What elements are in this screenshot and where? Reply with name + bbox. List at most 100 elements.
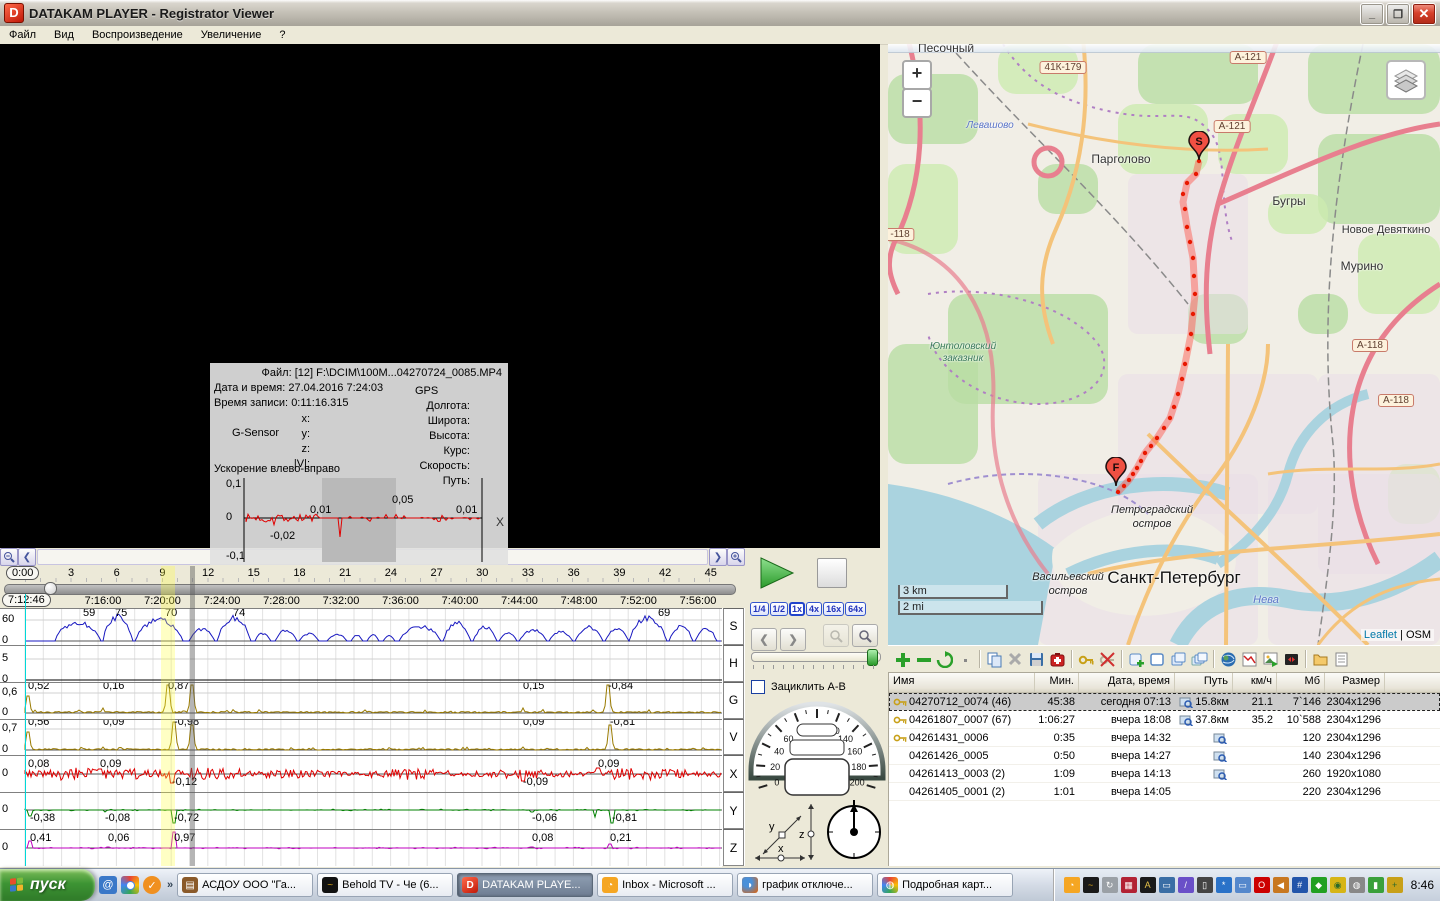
menu-item-2[interactable]: Воспроизведение	[83, 28, 192, 42]
behold-tray-icon[interactable]: ~	[1083, 877, 1099, 893]
sync-icon[interactable]: ↻	[1102, 877, 1118, 893]
table-row[interactable]: 04270712_0074 (46)45:38сегодня 07:1315.8…	[889, 693, 1440, 711]
usb-icon[interactable]: ▯	[1197, 877, 1213, 893]
task-button-firefox[interactable]: ◗график отключе...	[737, 873, 873, 897]
track-Z[interactable]: 00,410,060,970,080,21	[0, 829, 722, 867]
map-zoom-in-button[interactable]: +	[902, 60, 932, 90]
speed-button-4x[interactable]: 4x	[806, 602, 822, 616]
firstaid-icon[interactable]	[1047, 649, 1067, 669]
menu-item-1[interactable]: Вид	[45, 28, 83, 42]
shield-icon[interactable]: ◉	[1330, 877, 1346, 893]
close-button[interactable]: ✕	[1412, 3, 1436, 25]
track-H[interactable]: 50	[0, 645, 722, 683]
track-X[interactable]: 00,080,09-0,12-0,090,09	[0, 755, 722, 793]
minimize-button[interactable]: _	[1360, 3, 1384, 25]
chrome-icon[interactable]	[121, 876, 139, 894]
title-bar[interactable]: D DATAKAM PLAYER - Registrator Viewer _ …	[0, 0, 1440, 27]
add-icon[interactable]	[892, 649, 912, 669]
prev-file-button[interactable]: ❮	[751, 628, 777, 651]
table-row[interactable]: 04261426_00050:50вчера 14:271402304x1296	[889, 747, 1440, 765]
overlay-close-icon[interactable]: X	[496, 515, 504, 529]
frame-add-icon[interactable]	[1126, 649, 1146, 669]
key-new-icon[interactable]: +	[1387, 877, 1403, 893]
pen-icon[interactable]: /	[1178, 877, 1194, 893]
mail-icon[interactable]: @	[99, 876, 117, 894]
image-export-icon[interactable]	[1260, 649, 1280, 669]
leaflet-link[interactable]: Leaflet	[1364, 629, 1397, 641]
delete-icon[interactable]	[1005, 649, 1025, 669]
reminder-icon[interactable]: ◔	[1064, 877, 1080, 893]
column-header-1[interactable]: Мин.	[1035, 673, 1079, 692]
oracle-icon[interactable]: O	[1254, 877, 1270, 893]
loop-ab-checkbox[interactable]	[751, 680, 765, 694]
globe-icon[interactable]	[1218, 649, 1238, 669]
track-V[interactable]: 0,700,560,09-0,980,09-0,81	[0, 719, 722, 757]
copy-icon[interactable]	[984, 649, 1004, 669]
refresh-icon[interactable]	[934, 649, 954, 669]
loop-ab-control[interactable]: Зациклить A-B	[751, 680, 846, 694]
track-G[interactable]: 0,600,520,160,870,15-0,84	[0, 682, 722, 720]
task-button-datakam[interactable]: DDATAKAM PLAYE...	[457, 873, 593, 897]
map-zoom-out-button[interactable]: −	[902, 88, 932, 118]
sensor-tracks-panel[interactable]: 6005975707469S50H0,600,520,160,870,15-0,…	[0, 608, 745, 866]
save-icon[interactable]	[1026, 649, 1046, 669]
task-button-book[interactable]: ▤АСДОУ ООО "Га...	[177, 873, 313, 897]
menu-item-4[interactable]: ?	[270, 28, 294, 42]
next-file-button[interactable]: ❯	[780, 628, 806, 651]
video-icon[interactable]	[1281, 649, 1301, 669]
map-marker-S[interactable]: S	[1188, 131, 1210, 161]
diamond-icon[interactable]: ◆	[1311, 877, 1327, 893]
menu-item-0[interactable]: Файл	[0, 28, 45, 42]
monitor-icon[interactable]: ▭	[1235, 877, 1251, 893]
column-header-5[interactable]: Мб	[1277, 673, 1325, 692]
task-button-behold[interactable]: ~Behold TV - Че (6...	[317, 873, 453, 897]
remove-icon[interactable]	[913, 649, 933, 669]
zoom-in-icon[interactable]	[727, 548, 745, 566]
track-S[interactable]: 6005975707469	[0, 608, 722, 646]
column-header-0[interactable]: Имя	[889, 673, 1035, 692]
chart-icon[interactable]	[1239, 649, 1259, 669]
map-layers-button[interactable]	[1386, 60, 1426, 100]
timeline-times-ruler[interactable]: 7:12:467:16:007:20:007:24:007:28:007:32:…	[0, 594, 745, 608]
keyboard-layout-icon[interactable]: ▦	[1121, 877, 1137, 893]
file-table-header[interactable]: ИмяМин.Дата, времяПутькм/чМбРазмер	[889, 673, 1440, 693]
scroll-right-button[interactable]: ❯	[709, 548, 727, 566]
column-header-4[interactable]: км/ч	[1233, 673, 1277, 692]
column-header-3[interactable]: Путь	[1175, 673, 1233, 692]
scroll-left-button[interactable]: ❮	[18, 548, 36, 566]
table-row[interactable]: 04261807_0007 (67)1:06:27вчера 18:0837.8…	[889, 711, 1440, 729]
track-Y[interactable]: 0-0,38-0,08-0,72-0,06-0,81	[0, 792, 722, 830]
map-marker-F[interactable]: F	[1105, 457, 1127, 487]
card-reader-icon[interactable]: ▮	[1368, 877, 1384, 893]
task-button-chrome[interactable]: ◍Подробная карт...	[877, 873, 1013, 897]
menu-item-3[interactable]: Увеличение	[192, 28, 271, 42]
volume-slider[interactable]	[751, 652, 881, 662]
map[interactable]: + − А-121А-12141К-179-118А-118А-118Песоч…	[888, 44, 1440, 645]
volume-icon[interactable]: ◀	[1273, 877, 1289, 893]
window-tray-icon[interactable]: ▭	[1159, 877, 1175, 893]
volume-slider-thumb[interactable]	[867, 649, 878, 666]
column-header-2[interactable]: Дата, время	[1079, 673, 1175, 692]
stop-button[interactable]	[817, 558, 847, 588]
folder-icon[interactable]	[1310, 649, 1330, 669]
text-a-icon[interactable]: A	[1140, 877, 1156, 893]
timeline-minutes-ruler[interactable]: 0:00369121518212427303336394245	[0, 566, 745, 582]
start-button[interactable]: пуск	[0, 869, 95, 901]
zoom-out-icon[interactable]	[0, 548, 18, 566]
network-icon[interactable]: #	[1292, 877, 1308, 893]
timeline-slider[interactable]	[0, 582, 745, 594]
column-header-6[interactable]: Размер	[1325, 673, 1385, 692]
restore-button[interactable]: ❐	[1386, 3, 1410, 25]
file-table[interactable]: ИмяМин.Дата, времяПутькм/чМбРазмер 04270…	[888, 673, 1440, 866]
key-icon[interactable]	[1076, 649, 1096, 669]
table-row[interactable]: 04261413_0003 (2)1:09вчера 14:132601920x…	[889, 765, 1440, 783]
task-button-outlook[interactable]: ◔Inbox - Microsoft ...	[597, 873, 733, 897]
report-icon[interactable]	[1331, 649, 1351, 669]
play-button[interactable]	[757, 556, 797, 590]
antivirus-icon[interactable]: ✓	[143, 876, 161, 894]
osm-link[interactable]: OSM	[1406, 629, 1431, 641]
zoom-in-small-icon[interactable]	[852, 624, 878, 647]
frame-icon[interactable]	[1147, 649, 1167, 669]
speed-button-1x[interactable]: 1x	[789, 602, 805, 616]
cascade-icon[interactable]	[1168, 649, 1188, 669]
